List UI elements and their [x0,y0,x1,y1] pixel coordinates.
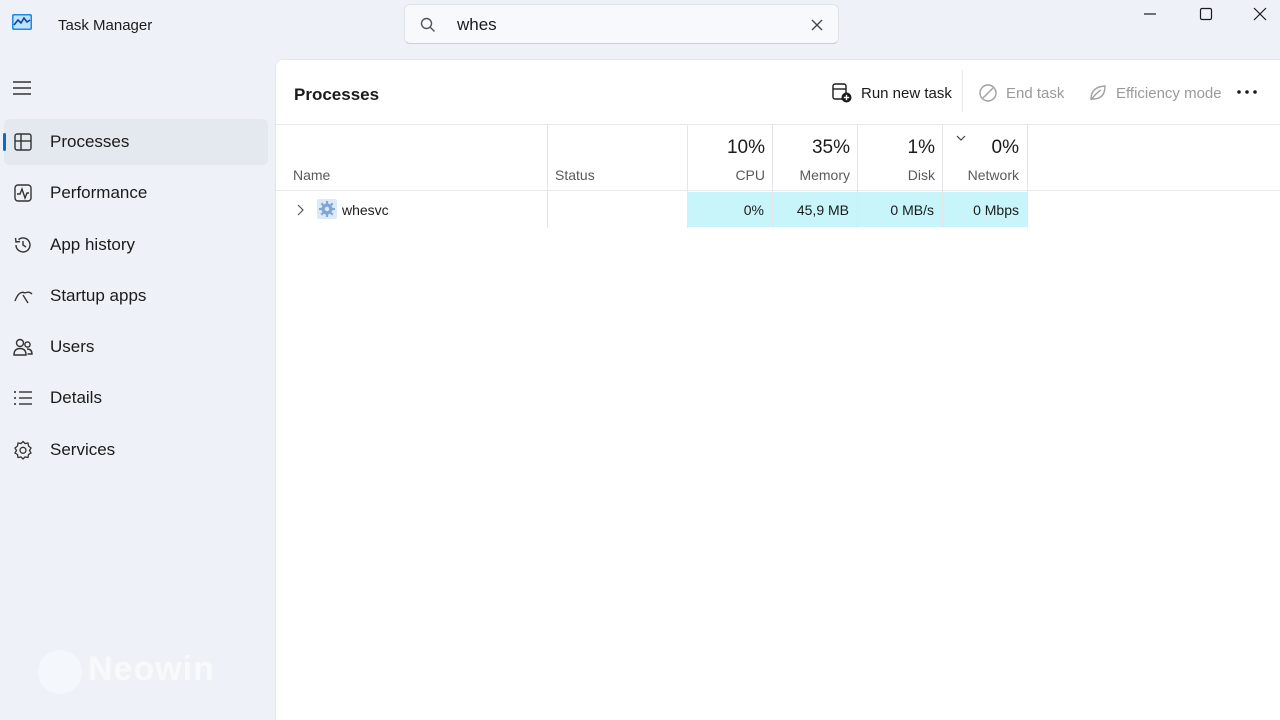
search-icon [420,17,435,32]
efficiency-mode-label: Efficiency mode [1116,84,1222,102]
header-divider [276,190,1280,191]
close-button[interactable] [1232,0,1280,28]
column-header-network[interactable]: Network [943,167,1019,183]
search-input[interactable] [457,13,797,37]
maximize-icon [1199,7,1213,21]
close-icon [1253,7,1267,21]
sidebar-item-services[interactable]: Services [4,427,268,473]
chevron-right-icon[interactable] [294,203,306,217]
startup-apps-icon [14,291,33,304]
column-header-cpu-percent[interactable]: 10% [688,137,765,159]
title-bar: Task Manager [0,0,1280,54]
end-task-button[interactable]: End task [978,78,1064,108]
clear-search-icon[interactable] [810,18,824,32]
column-header-status[interactable]: Status [555,167,595,183]
cell-cpu: 0% [687,192,772,227]
page-title: Processes [294,85,380,104]
run-new-task-icon [832,83,852,103]
details-icon [14,391,32,405]
column-header-cpu[interactable]: CPU [688,167,765,183]
maximize-button[interactable] [1178,0,1234,28]
services-icon [14,440,32,460]
sidebar-item-label: Processes [50,132,130,151]
sidebar-item-processes[interactable]: Processes [3,119,268,165]
hamburger-menu-icon[interactable] [12,80,32,96]
main-panel: Processes Run new task End task Efficien… [275,59,1280,720]
processes-icon [14,133,32,151]
toolbar-separator [962,70,963,112]
sidebar-item-label: Startup apps [50,286,147,305]
column-header-memory-percent[interactable]: 35% [773,137,850,159]
search-box[interactable] [404,4,839,44]
sidebar-item-label: Users [50,337,95,356]
watermark-text: Neowin [88,650,215,688]
cell-network: 0 Mbps [943,192,1027,227]
column-header-disk-percent[interactable]: 1% [858,137,935,159]
run-new-task-label: Run new task [861,84,952,102]
sidebar-item-app-history[interactable]: App history [4,222,268,268]
task-manager-icon [12,14,32,30]
sidebar: Processes Performance App history Startu… [0,54,274,720]
minimize-icon [1144,13,1156,15]
sidebar-item-performance[interactable]: Performance [4,170,268,216]
column-header-disk[interactable]: Disk [858,167,935,183]
cell-memory: 45,9 MB [773,192,857,227]
cell-disk: 0 MB/s [858,192,942,227]
app-title: Task Manager [58,17,153,34]
column-header-memory[interactable]: Memory [773,167,850,183]
users-icon [13,338,33,356]
watermark-logo [38,650,82,694]
sidebar-item-users[interactable]: Users [4,324,268,370]
sidebar-item-details[interactable]: Details [4,375,268,421]
sidebar-item-label: Details [50,388,102,407]
active-indicator [3,133,6,151]
performance-icon [14,184,32,202]
sidebar-item-startup-apps[interactable]: Startup apps [4,273,268,319]
process-name: whesvc [342,202,389,218]
column-header-name[interactable]: Name [293,167,330,183]
minimize-button[interactable] [1122,0,1178,28]
more-options-icon[interactable] [1234,82,1260,102]
column-header-network-percent[interactable]: 0% [943,137,1019,159]
toolbar-divider [276,124,1280,125]
efficiency-mode-icon [1090,85,1106,101]
efficiency-mode-button[interactable]: Efficiency mode [1088,78,1222,108]
sidebar-item-label: App history [50,235,136,254]
sidebar-item-label: Services [50,440,116,459]
end-task-icon [979,84,997,102]
sidebar-item-label: Performance [50,183,148,202]
column-separator [547,191,548,227]
app-history-icon [14,237,31,253]
run-new-task-button[interactable]: Run new task [831,78,952,108]
service-gear-icon [317,199,337,219]
end-task-label: End task [1006,84,1065,102]
